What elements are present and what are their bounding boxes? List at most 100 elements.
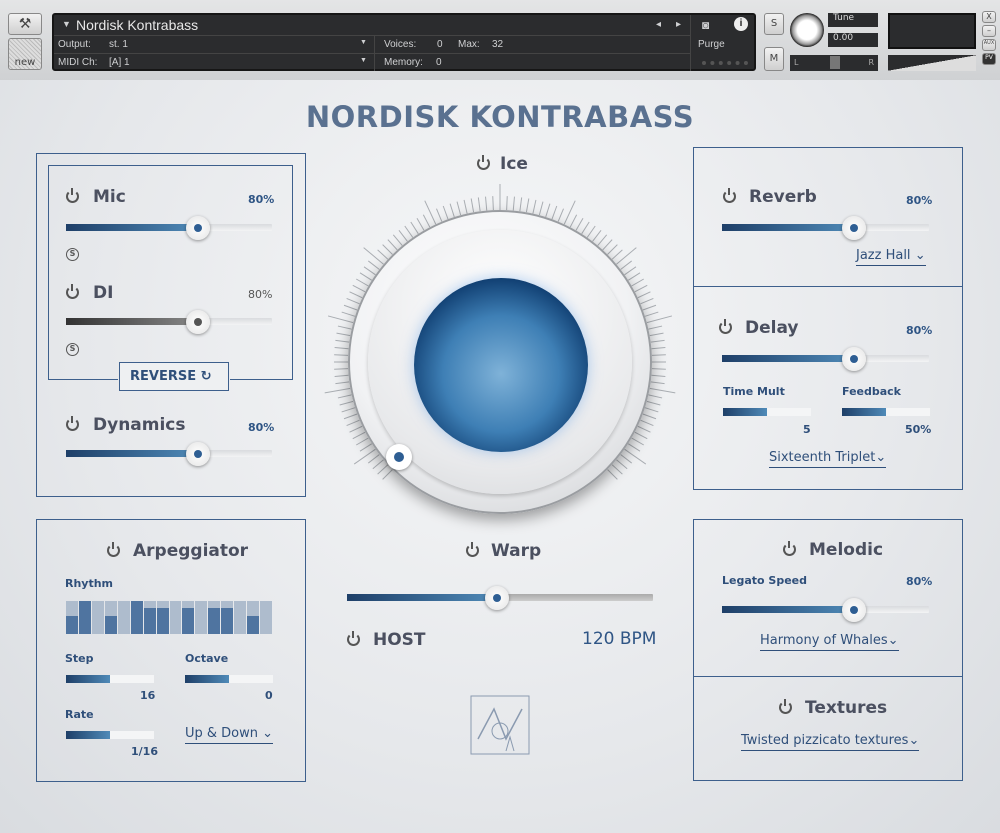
knob-tick	[346, 298, 360, 305]
close-button[interactable]: X	[982, 11, 996, 23]
rhythm-step[interactable]	[117, 601, 130, 634]
dynamics-power-icon[interactable]	[66, 416, 79, 431]
max-value[interactable]: 32	[492, 39, 503, 50]
rhythm-step[interactable]	[169, 601, 182, 634]
time-mult-slider[interactable]	[723, 408, 811, 416]
delay-sync-dropdown[interactable]: Sixteenth Triplet⌄	[769, 450, 887, 468]
rhythm-step[interactable]	[104, 601, 117, 634]
knob-tick	[607, 244, 618, 255]
tune-value[interactable]: 0.00	[828, 33, 878, 47]
camera-icon[interactable]: ◙	[702, 18, 709, 32]
dynamics-value: 80%	[248, 421, 275, 434]
voices-value: 0	[437, 39, 443, 50]
slider-handle[interactable]	[185, 442, 210, 466]
feedback-slider[interactable]	[842, 408, 930, 416]
slider-fill	[185, 675, 229, 683]
knob-tick	[551, 205, 558, 220]
reverb-power-icon[interactable]	[723, 188, 736, 203]
rhythm-grid[interactable]	[66, 601, 273, 634]
textures-preset-dropdown[interactable]: Twisted pizzicato textures⌄	[741, 733, 920, 751]
rhythm-step[interactable]	[234, 601, 247, 634]
reverb-slider[interactable]	[722, 216, 929, 240]
pan-slider[interactable]: LR	[790, 55, 878, 71]
rhythm-step[interactable]	[91, 601, 104, 634]
minimize-button[interactable]: –	[982, 25, 996, 37]
warp-power-icon[interactable]	[466, 542, 479, 557]
slider-handle[interactable]	[185, 216, 210, 240]
time-mult-value: 5	[803, 423, 811, 436]
knob-tick	[335, 381, 350, 385]
reverse-button[interactable]: REVERSE ↻	[119, 362, 229, 391]
rhythm-step[interactable]	[130, 601, 143, 634]
octave-slider[interactable]	[185, 675, 273, 683]
knob-tick	[611, 464, 623, 475]
warp-slider[interactable]	[347, 586, 653, 610]
knob-tick	[337, 325, 352, 330]
mic-solo-icon[interactable]: S	[66, 248, 79, 261]
knob-tick	[651, 374, 666, 377]
rhythm-step[interactable]	[221, 601, 234, 634]
mute-button[interactable]: M	[764, 47, 784, 71]
rhythm-step[interactable]	[78, 601, 91, 634]
melodic-preset-dropdown[interactable]: Harmony of Whales⌄	[760, 633, 899, 651]
step-slider[interactable]	[66, 675, 154, 683]
knob-tick	[442, 205, 449, 220]
rhythm-step[interactable]	[143, 601, 156, 634]
new-button[interactable]: new	[8, 38, 42, 70]
dynamics-slider[interactable]	[66, 442, 272, 466]
info-icon[interactable]: i	[734, 17, 748, 31]
mic-power-icon[interactable]	[66, 188, 79, 203]
reverb-preset-dropdown[interactable]: Jazz Hall ⌄	[856, 248, 926, 266]
wrench-icon[interactable]: ⚒	[8, 13, 42, 35]
next-instrument-icon[interactable]: ▸	[676, 19, 681, 30]
rhythm-step[interactable]	[208, 601, 221, 634]
rhythm-step[interactable]	[156, 601, 169, 634]
delay-power-icon[interactable]	[719, 319, 732, 334]
legato-speed-label: Legato Speed	[722, 574, 808, 587]
knob-tick	[416, 217, 425, 231]
rhythm-step[interactable]	[195, 601, 208, 634]
slider-handle[interactable]	[185, 310, 210, 334]
arp-mode-dropdown[interactable]: Up & Down ⌄	[185, 726, 273, 744]
midi-dropdown-icon[interactable]: ▼	[360, 57, 367, 64]
legato-speed-slider[interactable]	[722, 598, 929, 622]
aux-button[interactable]: AUX	[982, 39, 996, 51]
melodic-power-icon[interactable]	[783, 541, 796, 556]
rhythm-step[interactable]	[182, 601, 195, 634]
output-dropdown-icon[interactable]: ▼	[360, 39, 367, 46]
prev-instrument-icon[interactable]: ◂	[656, 19, 661, 30]
di-solo-icon[interactable]: S	[66, 343, 79, 356]
rate-slider[interactable]	[66, 731, 154, 739]
slider-fill	[66, 675, 110, 683]
volume-slider[interactable]	[888, 55, 976, 71]
rhythm-step-level	[247, 615, 260, 634]
collapse-arrow-icon[interactable]: ▼	[62, 19, 71, 29]
ice-power-icon[interactable]	[477, 155, 490, 170]
di-slider[interactable]	[66, 310, 272, 334]
ice-knob[interactable]	[348, 210, 652, 514]
knob-tick	[519, 197, 523, 212]
purge-button[interactable]: Purge	[698, 39, 725, 50]
pv-button[interactable]: PV	[982, 53, 996, 65]
knob-tick	[620, 454, 633, 464]
tune-knob[interactable]	[790, 13, 824, 47]
mic-slider[interactable]	[66, 216, 272, 240]
knob-tick	[346, 419, 360, 426]
rhythm-step[interactable]	[247, 601, 260, 634]
output-value[interactable]: st. 1	[109, 39, 128, 50]
solo-button[interactable]: S	[764, 13, 784, 35]
rhythm-step[interactable]	[260, 601, 272, 634]
slider-handle[interactable]	[484, 586, 509, 610]
textures-power-icon[interactable]	[779, 699, 792, 714]
knob-tick	[616, 459, 628, 470]
instrument-name[interactable]: Nordisk Kontrabass	[76, 17, 198, 33]
arp-power-icon[interactable]	[107, 542, 120, 557]
reverb-value: 80%	[906, 194, 933, 207]
knob-tick	[597, 234, 608, 246]
host-power-icon[interactable]	[347, 631, 360, 646]
midi-value[interactable]: [A] 1	[109, 57, 130, 68]
rhythm-step[interactable]	[66, 601, 78, 634]
delay-slider[interactable]	[722, 347, 929, 371]
knob-tick	[640, 298, 654, 305]
di-power-icon[interactable]	[66, 284, 79, 299]
